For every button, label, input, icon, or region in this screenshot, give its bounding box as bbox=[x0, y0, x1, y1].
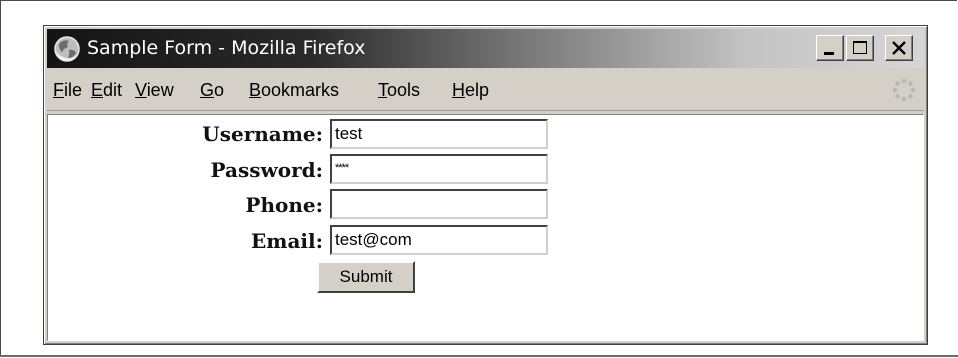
maximize-button[interactable] bbox=[846, 35, 874, 61]
phone-label: Phone: bbox=[245, 193, 323, 217]
maximize-icon bbox=[853, 41, 867, 54]
menu-bookmarks[interactable]: Bookmarks bbox=[249, 80, 339, 101]
close-button[interactable] bbox=[885, 35, 913, 61]
menu-view[interactable]: View bbox=[135, 80, 174, 101]
password-label: Password: bbox=[210, 158, 323, 182]
window-title: Sample Form - Mozilla Firefox bbox=[87, 37, 366, 59]
menu-go[interactable]: Go bbox=[200, 80, 224, 101]
menu-help[interactable]: Help bbox=[452, 80, 489, 101]
firefox-globe-icon[interactable] bbox=[53, 35, 81, 63]
menu-edit[interactable]: Edit bbox=[91, 80, 122, 101]
page-content: Username: Password: Phone: Email: Submit bbox=[47, 114, 924, 341]
email-label: Email: bbox=[251, 229, 323, 253]
menu-bar: File Edit View Go Bookmarks Tools Help bbox=[47, 70, 924, 111]
title-bar[interactable]: Sample Form - Mozilla Firefox bbox=[47, 29, 924, 68]
menu-file[interactable]: File bbox=[53, 80, 82, 101]
menu-tools[interactable]: Tools bbox=[378, 80, 420, 101]
phone-field[interactable] bbox=[330, 189, 548, 219]
submit-button[interactable]: Submit bbox=[317, 261, 415, 293]
minimize-icon bbox=[824, 52, 834, 55]
username-field[interactable] bbox=[330, 119, 548, 149]
password-field[interactable] bbox=[330, 154, 548, 184]
username-label: Username: bbox=[202, 122, 323, 146]
browser-window: Sample Form - Mozilla Firefox File Edit … bbox=[43, 25, 928, 345]
throbber-icon bbox=[891, 77, 917, 103]
minimize-button[interactable] bbox=[816, 35, 844, 61]
close-icon bbox=[892, 41, 906, 55]
email-field[interactable] bbox=[330, 225, 548, 255]
page-bottom-rule bbox=[0, 355, 958, 357]
